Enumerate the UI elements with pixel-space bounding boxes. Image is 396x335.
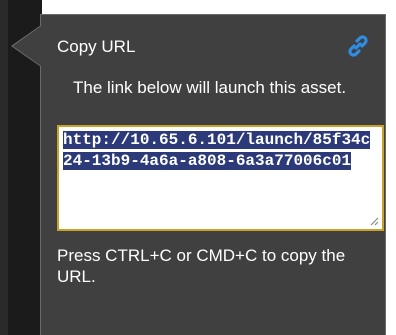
stage: Copy URL The link below will launch this… xyxy=(0,0,396,335)
link-icon[interactable] xyxy=(345,33,371,59)
url-textarea[interactable]: http://10.65.6.101/launch/85f34c24-13b9-… xyxy=(57,125,384,231)
popover-title: Copy URL xyxy=(57,37,136,56)
copy-hint: Press CTRL+C or CMD+C to copy the URL. xyxy=(57,246,346,286)
popover-description: The link below will launch this asset. xyxy=(73,78,347,97)
url-text-selected: http://10.65.6.101/launch/85f34c24-13b9-… xyxy=(63,131,371,170)
copy-url-popover: Copy URL The link below will launch this… xyxy=(40,14,386,335)
popover-arrow xyxy=(13,26,41,66)
resize-grip-icon[interactable] xyxy=(369,216,379,226)
